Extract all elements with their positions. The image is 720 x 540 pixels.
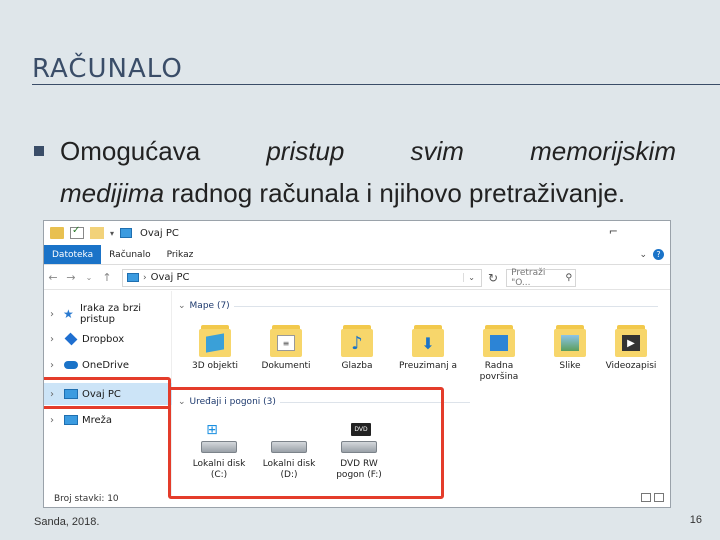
folder-label: Dokumenti	[261, 361, 311, 371]
explorer-screenshot: ▾ Ovaj PC ⌐ Datoteka Računalo Prikaz ⌄ ?…	[43, 220, 671, 508]
breadcrumb-chevron-icon[interactable]: ›	[143, 273, 147, 283]
star-icon: ★	[62, 307, 74, 321]
address-dropdown-icon[interactable]: ⌄	[463, 273, 481, 282]
ribbon: Datoteka Računalo Prikaz ⌄ ?	[44, 245, 670, 265]
chevron-right-icon[interactable]: ›	[50, 334, 64, 345]
sidebar-item-label: Iraka za brzi pristup	[79, 303, 142, 325]
large-icons-view-icon[interactable]	[654, 493, 664, 502]
highlight-drives	[168, 387, 444, 499]
folder-label: 3D objekti	[191, 361, 238, 371]
sidebar-item-dropbox[interactable]: › Dropbox	[44, 328, 172, 350]
quick-access-dropdown-icon[interactable]: ▾	[110, 229, 114, 238]
bullet-word: Omogućava	[60, 136, 201, 166]
help-icon[interactable]: ?	[653, 249, 664, 260]
documents-folder-icon: ≡	[269, 321, 303, 359]
details-view-icon[interactable]	[641, 493, 651, 502]
title-rule	[32, 84, 720, 85]
folders-group-header[interactable]: ⌄ Mape (7)	[178, 301, 658, 311]
address-field[interactable]: › Ovaj PC ⌄	[122, 268, 482, 287]
downloads-folder-icon: ⬇	[411, 321, 445, 359]
slide-title: RAČUNALO	[32, 54, 183, 84]
bullet-marker	[34, 146, 44, 156]
folder-label: Slike	[559, 361, 581, 371]
status-bar-text: Broj stavki: 10	[54, 494, 119, 504]
folder-label: Videozapisi	[605, 361, 657, 371]
tab-racunalo[interactable]: Računalo	[101, 245, 158, 264]
folder-documents[interactable]: ≡ Dokumenti	[253, 321, 319, 372]
search-icon: ⚲	[565, 272, 573, 283]
folder-videos[interactable]: ▶ Videozapisi	[598, 321, 664, 372]
bullet-line-2: medijima radnog računala i njihovo pretr…	[60, 178, 625, 209]
folder-desktop[interactable]: Radna površina	[466, 321, 532, 383]
breadcrumb[interactable]: Ovaj PC	[151, 272, 190, 283]
bullet-word: svim	[410, 136, 464, 166]
sidebar-item-label: Mreža	[82, 414, 113, 426]
chevron-right-icon[interactable]: ›	[50, 360, 64, 371]
window-title: Ovaj PC	[140, 227, 179, 239]
maximize-icon[interactable]: ⌐	[609, 225, 618, 238]
up-arrow-icon[interactable]: ↑	[98, 271, 116, 284]
bullet-line-1: Omogućava pristup svim memorijskim	[60, 136, 676, 167]
chevron-right-icon[interactable]: ›	[50, 415, 64, 426]
sidebar-item-label: Dropbox	[82, 333, 125, 345]
bullet-word: pristup	[266, 136, 345, 166]
chevron-down-icon[interactable]: ⌄	[178, 301, 186, 311]
highlight-this-pc	[44, 377, 171, 409]
footer-author: Sanda, 2018.	[34, 516, 100, 528]
onedrive-icon	[64, 361, 78, 369]
ribbon-right-controls: ⌄ ?	[639, 245, 670, 264]
new-folder-icon[interactable]	[90, 227, 104, 239]
folder-pictures[interactable]: Slike	[537, 321, 603, 372]
bullet-text: radnog računala i njihovo pretraživanje.	[164, 178, 626, 208]
desktop-folder-icon	[482, 321, 516, 359]
bullet-emphasis: medijima	[60, 178, 165, 208]
bullet-word: memorijskim	[530, 136, 676, 166]
address-bar-row: ← → ⌄ ↑ › Ovaj PC ⌄ ↻ Pretraži "O... ⚲	[44, 266, 670, 290]
refresh-icon[interactable]: ↻	[488, 271, 498, 285]
recent-dropdown-icon[interactable]: ⌄	[80, 273, 98, 282]
music-folder-icon: ♪	[340, 321, 374, 359]
videos-folder-icon: ▶	[614, 321, 648, 359]
group-title: Mape (7)	[189, 301, 230, 311]
this-pc-icon	[120, 228, 133, 238]
folder-label: Glazba	[341, 361, 373, 371]
3d-objects-folder-icon	[198, 321, 232, 359]
sidebar-item-onedrive[interactable]: › OneDrive	[44, 354, 172, 376]
sidebar-item-quick-access[interactable]: › ★ Iraka za brzi pristup	[44, 303, 172, 325]
chevron-right-icon[interactable]: ›	[50, 309, 63, 320]
folder-label: Preuzimanj a	[398, 361, 458, 371]
tab-datoteka[interactable]: Datoteka	[44, 245, 102, 264]
properties-checkbox-icon[interactable]	[70, 225, 84, 239]
window-titlebar: ▾ Ovaj PC ⌐	[44, 221, 670, 245]
folder-downloads[interactable]: ⬇ Preuzimanj a	[395, 321, 461, 372]
back-arrow-icon[interactable]: ←	[44, 271, 62, 284]
group-divider	[233, 305, 658, 307]
search-input[interactable]: Pretraži "O... ⚲	[506, 267, 577, 288]
forward-arrow-icon[interactable]: →	[62, 271, 80, 284]
search-placeholder: Pretraži "O...	[511, 267, 546, 288]
folder-music[interactable]: ♪ Glazba	[324, 321, 390, 372]
pictures-folder-icon	[553, 321, 587, 359]
dropbox-icon	[64, 332, 78, 346]
network-icon	[64, 415, 78, 425]
chevron-down-icon[interactable]: ⌄	[639, 250, 647, 260]
folder-icon	[50, 227, 64, 239]
folder-label: Radna površina	[479, 361, 519, 382]
folder-3d-objects[interactable]: 3D objekti	[182, 321, 248, 372]
sidebar-item-network[interactable]: › Mreža	[44, 409, 172, 431]
sidebar-item-label: OneDrive	[82, 359, 130, 371]
view-toggle	[641, 493, 664, 502]
tab-prikaz[interactable]: Prikaz	[159, 245, 202, 264]
page-number: 16	[689, 514, 702, 526]
this-pc-icon	[127, 273, 139, 282]
